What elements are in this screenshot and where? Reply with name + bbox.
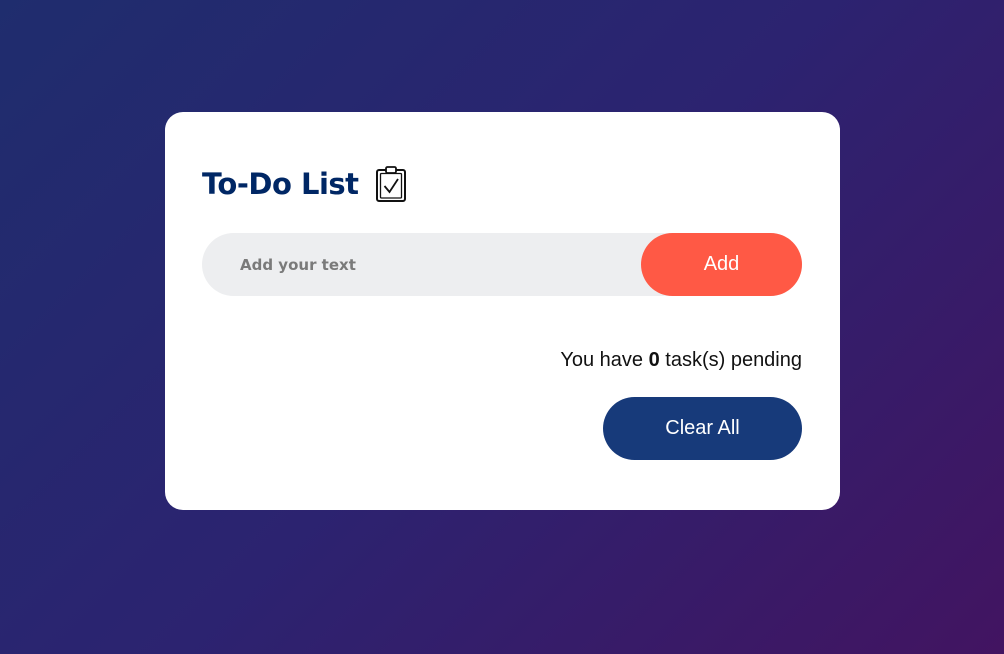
pending-count: 0: [648, 349, 660, 371]
clear-all-button[interactable]: Clear All: [603, 397, 802, 460]
pending-prefix: You have: [560, 349, 649, 371]
task-input[interactable]: [202, 233, 642, 296]
add-button[interactable]: Add: [641, 233, 802, 296]
title-row: To-Do List: [202, 166, 407, 202]
page-title: To-Do List: [202, 167, 359, 201]
input-row: Add: [202, 233, 802, 296]
todo-card: To-Do List Add You have 0 task(s) pendin…: [165, 112, 840, 510]
clipboard-check-icon: [375, 166, 406, 202]
pending-status: You have 0 task(s) pending: [560, 349, 802, 372]
pending-suffix: task(s) pending: [659, 349, 802, 371]
